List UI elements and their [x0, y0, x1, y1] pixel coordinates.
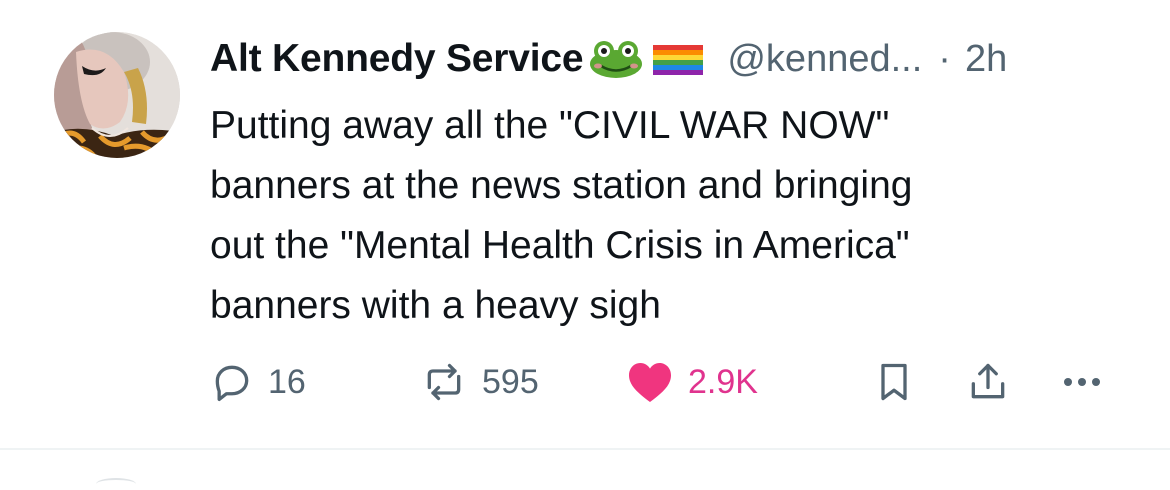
- more-icon: [1064, 378, 1100, 386]
- avatar-photo: [54, 32, 180, 158]
- repost-icon: [427, 363, 461, 401]
- more-options-button[interactable]: [1058, 356, 1106, 408]
- like-button[interactable]: 2.9K: [626, 356, 758, 408]
- author-handle[interactable]: @kenned...: [727, 38, 922, 81]
- share-icon: [971, 363, 1005, 399]
- repost-button[interactable]: 595: [420, 356, 539, 408]
- post-text: Putting away all the "CIVIL WAR NOW" ban…: [210, 104, 913, 327]
- bookmark-icon: [881, 363, 907, 401]
- reply-count: 16: [268, 362, 306, 401]
- post-header: Alt Kennedy Service @kenned... · 2h: [210, 30, 1140, 88]
- rainbow-flag-emoji: [649, 39, 705, 79]
- post-card[interactable]: Alt Kennedy Service @kenned... · 2h Putt…: [0, 0, 1170, 448]
- next-post-avatar-edge: [96, 478, 136, 490]
- bookmark-button[interactable]: [874, 356, 914, 408]
- header-separator: ·: [938, 37, 951, 80]
- author-name[interactable]: Alt Kennedy Service: [210, 37, 584, 81]
- repost-count: 595: [482, 362, 539, 401]
- reply-button[interactable]: 16: [210, 356, 306, 408]
- post-divider: [0, 448, 1170, 450]
- post-actions: 16 595 2.9K: [210, 356, 1110, 408]
- like-count: 2.9K: [688, 362, 758, 401]
- post-timestamp[interactable]: 2h: [965, 38, 1007, 81]
- heart-icon: [629, 363, 671, 402]
- post-content: Alt Kennedy Service @kenned... · 2h Putt…: [210, 30, 1140, 336]
- avatar[interactable]: [54, 32, 180, 158]
- frog-emoji: [587, 39, 645, 79]
- share-button[interactable]: [966, 356, 1010, 408]
- reply-icon: [215, 365, 249, 402]
